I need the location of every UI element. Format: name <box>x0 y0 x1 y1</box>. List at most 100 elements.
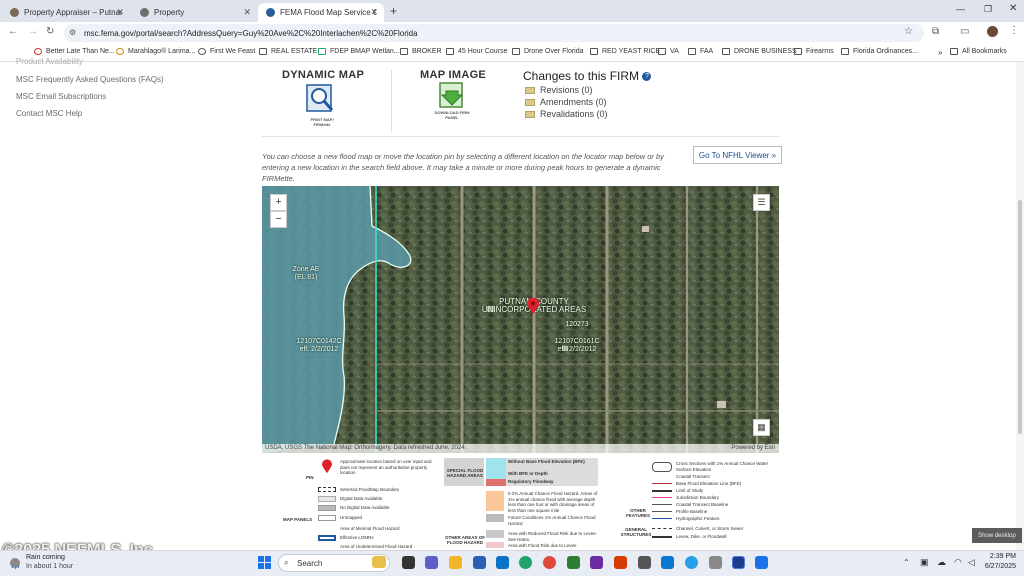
file-explorer-icon[interactable] <box>449 556 462 569</box>
nfhl-viewer-button[interactable]: Go To NFHL Viewer » <box>693 146 782 164</box>
profile-avatar[interactable] <box>987 26 998 37</box>
volume-icon[interactable]: ◁ <box>968 557 975 568</box>
print-map-label[interactable]: PRINT MAP/ FIRMette <box>304 117 340 127</box>
bookmark-folder[interactable]: BROKER <box>400 48 442 55</box>
active-app-icon[interactable] <box>732 556 745 569</box>
tray-app-icon[interactable]: ☁ <box>937 557 946 568</box>
window-close-icon[interactable]: ✕ <box>1009 3 1017 14</box>
bookmark-item[interactable]: Marahlago® Larima... <box>116 48 195 55</box>
flood-map[interactable]: + − ☰ ▦ Zone AE (EL 81) PUTNAM COUNTY UN… <box>262 186 779 453</box>
zoom-out-button[interactable]: − <box>270 211 287 228</box>
amendments-item[interactable]: Amendments (0) <box>525 97 607 107</box>
address-bar[interactable]: msc.fema.gov/portal/search?AddressQuery=… <box>64 24 924 42</box>
word-icon[interactable] <box>473 556 486 569</box>
sidebar-item-product-availability[interactable]: Product Availability <box>16 57 83 66</box>
revisions-item[interactable]: Revisions (0) <box>525 85 593 95</box>
divider <box>391 70 392 132</box>
powered-by[interactable]: Powered by Esri <box>731 445 775 451</box>
excel-icon[interactable] <box>567 556 580 569</box>
layers-menu-icon[interactable]: ☰ <box>753 194 770 211</box>
county-id-label: 120273 <box>565 321 589 328</box>
app-icon[interactable] <box>709 556 722 569</box>
weather-icon[interactable] <box>8 556 22 570</box>
weather-subtitle[interactable]: In about 1 hour <box>26 563 73 570</box>
chrome-icon[interactable] <box>543 556 556 569</box>
legend-item: Area with Reduced Flood Risk due to Leve… <box>508 531 598 542</box>
task-view-icon[interactable] <box>402 556 415 569</box>
close-icon[interactable]: ✕ <box>243 7 251 18</box>
bookmark-folder[interactable]: FAA <box>688 48 713 55</box>
reload-icon[interactable]: ↻ <box>46 26 54 37</box>
all-bookmarks[interactable]: All Bookmarks <box>950 48 1007 55</box>
app-icon[interactable] <box>590 556 603 569</box>
bookmark-folder[interactable]: REAL ESTATE <box>259 48 317 55</box>
fema-favicon-icon <box>266 8 275 17</box>
sidebar-item-faqs[interactable]: MSC Frequently Asked Questions (FAQs) <box>16 75 164 84</box>
attribution-text: USDA, USGS The National Map: Orthoimager… <box>265 445 467 451</box>
search-highlight-icon <box>372 556 386 568</box>
clock-date[interactable]: 6/27/2025 <box>980 563 1016 570</box>
app-icon[interactable] <box>685 556 698 569</box>
zoom-in-button[interactable]: + <box>270 194 287 211</box>
bookmark-label: DRONE BUSINESS <box>734 48 797 55</box>
bookmark-folder[interactable]: DRONE BUSINESS <box>722 48 797 55</box>
clock-time[interactable]: 2:39 PM <box>986 553 1016 560</box>
download-firm-icon[interactable] <box>437 82 467 110</box>
revalidations-item[interactable]: Revalidations (0) <box>525 109 608 119</box>
forward-icon[interactable]: → <box>28 26 38 37</box>
sidebar-item-contact-help[interactable]: Contact MSC Help <box>16 109 82 118</box>
help-icon[interactable]: ? <box>642 72 652 82</box>
bookmark-label: VA <box>670 48 679 55</box>
menu-icon[interactable]: ⋮ <box>1009 25 1019 36</box>
scrollbar-thumb[interactable] <box>1018 200 1022 434</box>
restore-icon[interactable]: ❐ <box>984 4 992 15</box>
windows-start-icon[interactable] <box>258 556 271 569</box>
back-icon[interactable]: ← <box>8 26 18 37</box>
bookmark-folder[interactable]: 45 Hour Course <box>446 48 507 55</box>
bookmark-item[interactable]: FDEP BMAP Wetlan... <box>318 48 400 55</box>
minimize-icon[interactable]: — <box>956 4 965 14</box>
sidebar-item-email-subscriptions[interactable]: MSC Email Subscriptions <box>16 92 106 101</box>
changes-title-text: Changes to this FIRM <box>523 69 640 83</box>
revalidations-label: Revalidations (0) <box>540 109 608 119</box>
bookmark-item[interactable]: Better Late Than Ne... <box>34 48 115 55</box>
bookmark-folder[interactable]: Drone Over Florida <box>512 48 584 55</box>
legend-swatch <box>486 530 504 538</box>
changes-title: Changes to this FIRM ? <box>523 69 652 83</box>
download-firm-label[interactable]: DOWNLOAD FIRM PANEL <box>434 110 470 120</box>
favicon-icon <box>116 48 124 55</box>
extensions-icon[interactable]: ⧉ <box>932 26 939 37</box>
tab-fema[interactable]: FEMA Flood Map Service Center ✕ <box>258 3 384 22</box>
legend-pin-heading: PIN <box>306 475 314 480</box>
print-map-icon[interactable] <box>305 84 338 116</box>
new-tab-icon[interactable]: + <box>390 4 397 18</box>
app-icon[interactable] <box>755 556 768 569</box>
bookmark-star-icon[interactable]: ☆ <box>904 26 913 37</box>
tab-property-appraiser[interactable]: Property Appraiser – Putnam C ✕ <box>2 3 130 22</box>
bookmark-item[interactable]: First We Feast <box>198 48 255 55</box>
legend-features-heading: OTHER FEATURES <box>626 508 650 518</box>
tab-property[interactable]: Property ✕ <box>132 3 257 22</box>
weather-title[interactable]: Rain coming <box>26 554 65 561</box>
close-icon[interactable]: ✕ <box>116 7 124 18</box>
bookmark-folder[interactable]: Florida Ordinances... <box>841 48 918 55</box>
tray-app-icon[interactable]: ▣ <box>920 557 929 568</box>
bookmark-folder[interactable]: VA <box>658 48 679 55</box>
photos-icon[interactable] <box>661 556 674 569</box>
tray-chevron-icon[interactable]: ⌃ <box>903 558 910 567</box>
teams-icon[interactable] <box>425 556 438 569</box>
cast-icon[interactable]: ▭ <box>960 26 969 37</box>
close-icon[interactable]: ✕ <box>370 7 378 18</box>
more-bookmarks-icon[interactable]: » <box>938 48 942 57</box>
powerpoint-icon[interactable] <box>614 556 627 569</box>
basemap-toggle-icon[interactable]: ▦ <box>753 419 770 436</box>
legend-item: Regulatory Floodway <box>508 479 554 484</box>
site-info-icon[interactable]: ⚙ <box>69 28 76 37</box>
bookmark-folder[interactable]: RED YEAST RICE <box>590 48 660 55</box>
wifi-icon[interactable]: ◠ <box>954 557 962 568</box>
calculator-icon[interactable] <box>638 556 651 569</box>
outlook-icon[interactable] <box>496 556 509 569</box>
location-pin-icon[interactable] <box>527 297 539 314</box>
edge-icon[interactable] <box>519 556 532 569</box>
bookmark-folder[interactable]: Firearms <box>794 48 834 55</box>
